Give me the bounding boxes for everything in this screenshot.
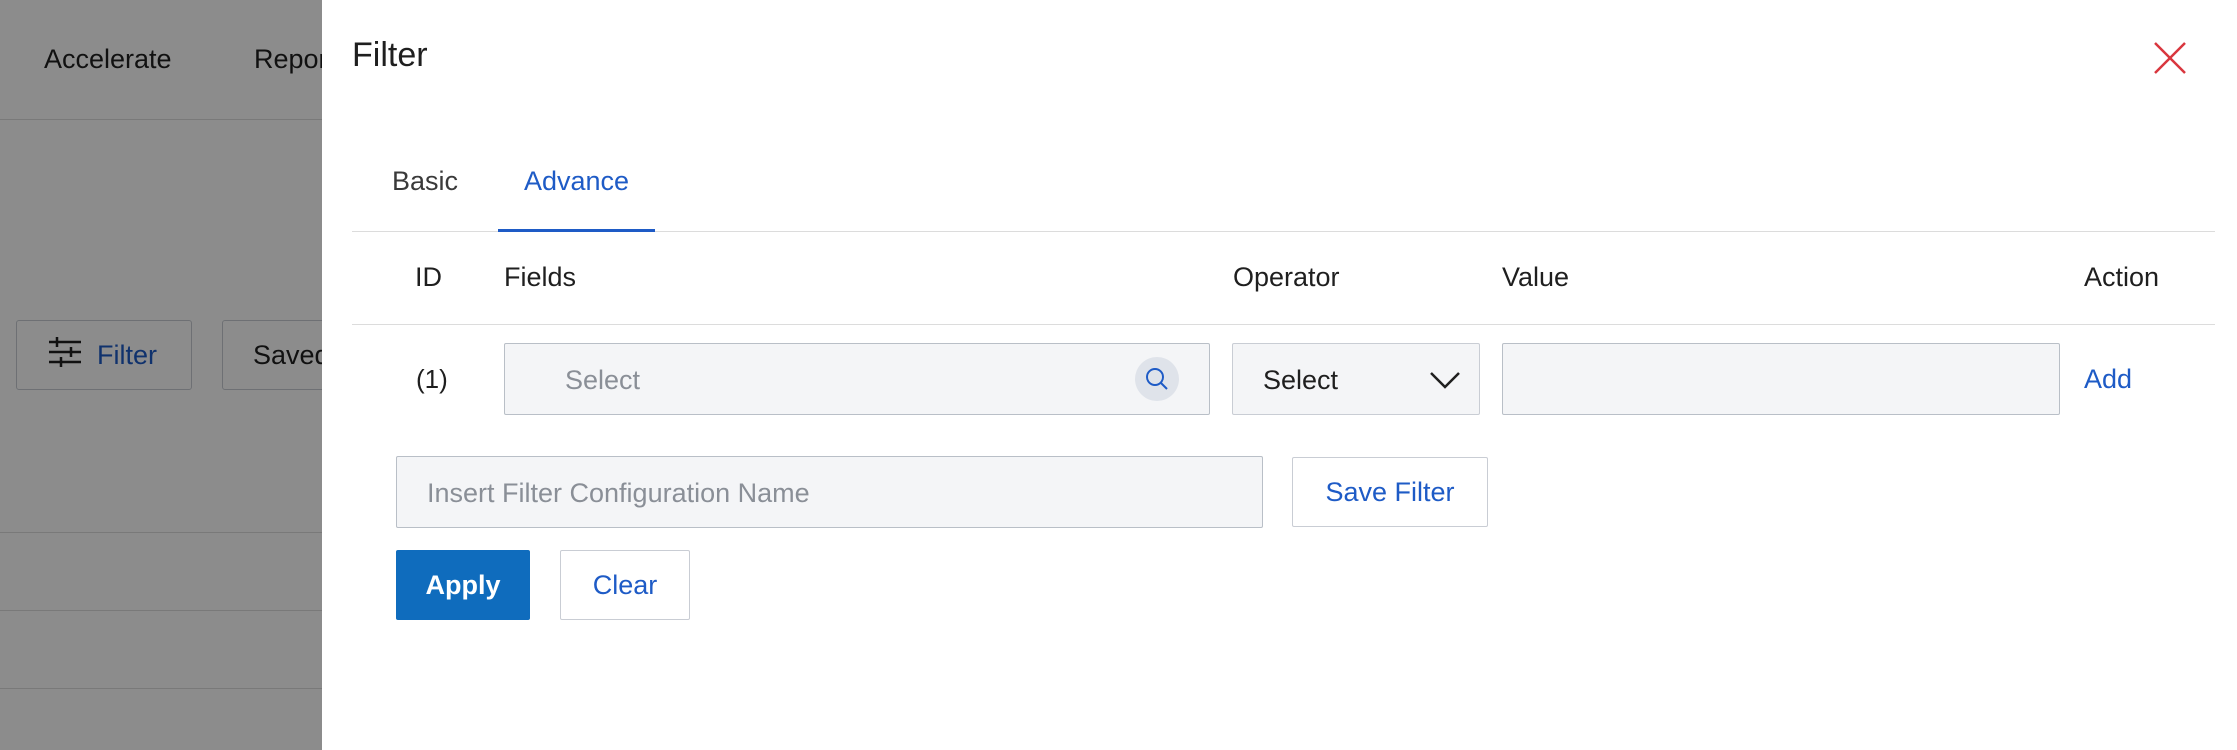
add-row-link[interactable]: Add <box>2084 364 2132 395</box>
filter-config-name-placeholder: Insert Filter Configuration Name <box>427 478 810 508</box>
close-icon <box>2152 42 2188 80</box>
tab-basic[interactable]: Basic <box>352 150 498 232</box>
operator-select[interactable]: Select <box>1232 343 1480 415</box>
apply-button[interactable]: Apply <box>396 550 530 620</box>
column-header-operator: Operator <box>1233 262 1340 292</box>
tab-advance-label: Advance <box>523 166 630 196</box>
operator-select-value: Select <box>1263 365 1339 395</box>
column-header-action: Action <box>2084 262 2160 292</box>
value-input[interactable] <box>1502 343 2060 415</box>
save-filter-button[interactable]: Save Filter <box>1292 457 1488 527</box>
column-header-value: Value <box>1502 262 1570 292</box>
fields-select-placeholder: Select <box>565 365 641 395</box>
row-id: (1) <box>416 364 448 394</box>
table-header-divider <box>352 324 2215 325</box>
column-header-fields: Fields <box>504 262 577 292</box>
close-button[interactable] <box>2152 40 2188 76</box>
filter-config-name-input[interactable]: Insert Filter Configuration Name <box>396 456 1263 528</box>
fields-select[interactable]: Select <box>504 343 1210 415</box>
filter-tabs: Basic Advance <box>352 150 2215 232</box>
column-header-id: ID <box>415 262 442 292</box>
clear-button[interactable]: Clear <box>560 550 690 620</box>
search-icon[interactable] <box>1135 357 1179 401</box>
tab-basic-label: Basic <box>391 166 459 196</box>
chevron-down-icon <box>1429 366 1461 394</box>
tab-advance[interactable]: Advance <box>498 150 655 232</box>
filter-drawer: Filter Basic Advance ID Fields Operator … <box>322 0 2237 750</box>
drawer-title: Filter <box>352 36 428 74</box>
